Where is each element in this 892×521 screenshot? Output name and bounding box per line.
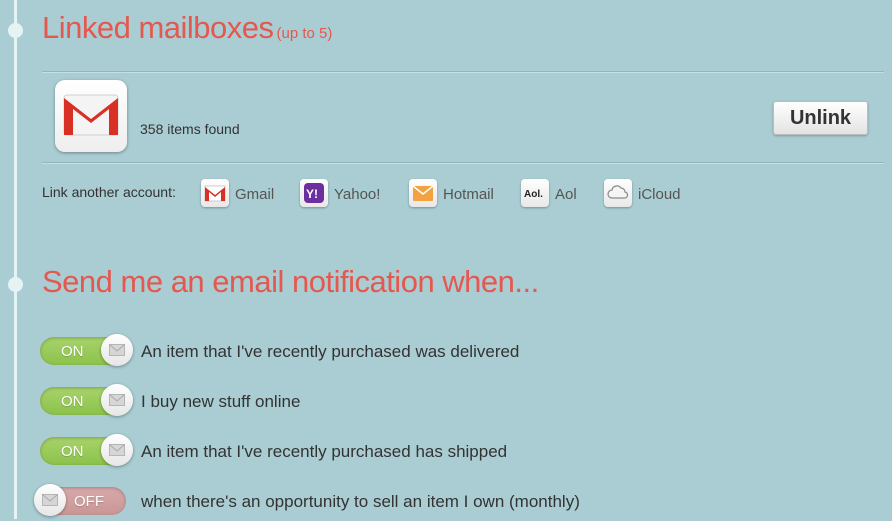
link-another-label: Link another account:: [42, 184, 176, 200]
toggle-state: OFF: [74, 493, 104, 510]
notification-toggle[interactable]: ON: [40, 434, 133, 466]
notification-row: ON An item that I've recently purchased …: [40, 434, 880, 471]
items-found-count: 358 items found: [140, 121, 240, 137]
toggle-state: ON: [61, 343, 84, 360]
notification-label: An item that I've recently purchased was…: [141, 342, 520, 361]
notification-toggle[interactable]: ON: [40, 384, 133, 416]
toggle-state: ON: [61, 393, 84, 410]
envelope-icon: [34, 484, 66, 516]
provider-label: iCloud: [638, 186, 681, 203]
divider: [42, 162, 884, 164]
yahoo-icon: Y!: [300, 179, 328, 207]
notifications-title: Send me an email notification when...: [42, 264, 539, 299]
envelope-icon: [101, 384, 133, 416]
linked-mailboxes-heading: Linked mailboxes: [42, 10, 274, 45]
provider-label: Yahoo!: [334, 186, 381, 203]
svg-text:Aol.: Aol.: [524, 189, 543, 200]
timeline-line: [14, 0, 17, 519]
divider: [42, 71, 884, 73]
notification-row: ON An item that I've recently purchased …: [40, 334, 880, 371]
link-another-account-row: Link another account: Gmail Y! Yahoo! Ho…: [42, 178, 842, 210]
notification-row: OFF when there's an opportunity to sell …: [34, 484, 880, 521]
toggle-state: ON: [61, 443, 84, 460]
gmail-icon: [55, 80, 127, 152]
svg-text:Y!: Y!: [306, 187, 318, 201]
linked-account-row: 358 items found Unlink: [55, 80, 885, 154]
linked-mailboxes-limit-hint: (up to 5): [276, 25, 333, 42]
linked-mailboxes-title: Linked mailboxes (up to 5): [42, 10, 332, 46]
aol-icon: Aol.: [521, 179, 549, 207]
provider-label: Gmail: [235, 186, 275, 203]
icloud-icon: [604, 179, 632, 207]
unlink-button[interactable]: Unlink: [773, 101, 868, 135]
notification-label: I buy new stuff online: [141, 392, 301, 411]
provider-label: Aol: [555, 186, 577, 203]
envelope-icon: [101, 334, 133, 366]
timeline-dot: [8, 23, 23, 38]
hotmail-icon: [409, 179, 437, 207]
notification-toggle[interactable]: OFF: [34, 484, 126, 516]
notification-row: ON I buy new stuff online: [40, 384, 880, 421]
gmail-icon: [201, 179, 229, 207]
notification-label: when there's an opportunity to sell an i…: [141, 492, 580, 511]
envelope-icon: [101, 434, 133, 466]
notification-label: An item that I've recently purchased has…: [141, 442, 508, 461]
provider-label: Hotmail: [443, 186, 494, 203]
notification-toggle[interactable]: ON: [40, 334, 133, 366]
timeline-dot: [8, 277, 23, 292]
